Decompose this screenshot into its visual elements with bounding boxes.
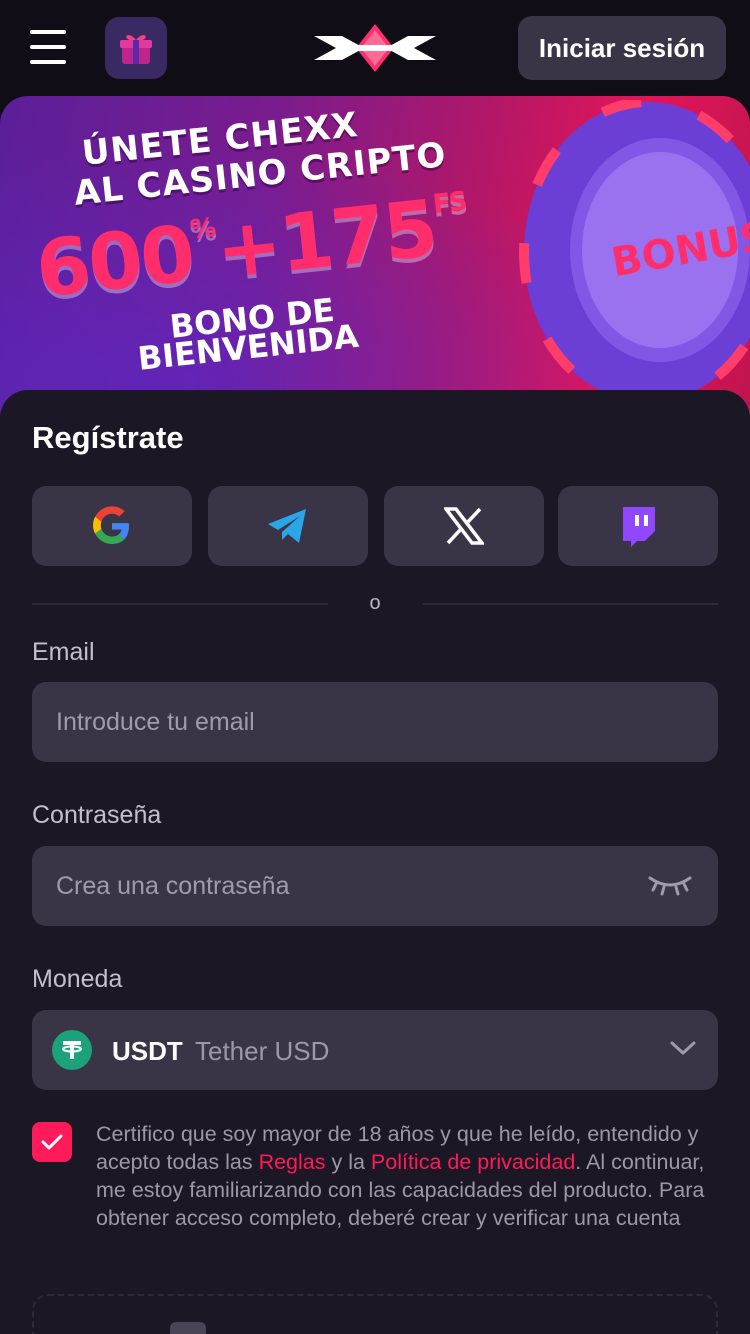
currency-code: USDT (112, 1036, 183, 1066)
x-icon (444, 507, 484, 545)
gift-icon[interactable] (105, 17, 167, 79)
checkmark-icon (41, 1134, 63, 1150)
divider-right (422, 603, 718, 605)
register-card: Regístrate o Email Contraseña (0, 390, 750, 1334)
email-label: Email (32, 638, 95, 666)
or-separator: o (369, 592, 381, 614)
welcome-bonus-banner[interactable]: ÚNETE CHEXX AL CASINO CRIPTO 600%+175FS … (0, 96, 750, 416)
partial-icon (170, 1322, 206, 1334)
currency-select[interactable]: USDT Tether USD (32, 1010, 718, 1090)
twitch-login-button[interactable] (558, 486, 718, 566)
google-login-button[interactable] (32, 486, 192, 566)
bonus-chip-image: BONUS (519, 100, 750, 407)
menu-icon[interactable] (30, 30, 66, 64)
divider-left (32, 603, 328, 605)
banner-text: ÚNETE CHEXX AL CASINO CRIPTO 600%+175FS … (0, 96, 520, 396)
google-icon (93, 506, 129, 544)
password-input[interactable] (32, 846, 718, 926)
terms-checkbox[interactable] (32, 1122, 72, 1162)
eye-closed-icon[interactable] (648, 874, 692, 896)
telegram-login-button[interactable] (208, 486, 368, 566)
register-title: Regístrate (32, 420, 184, 455)
email-input[interactable] (32, 682, 718, 762)
tether-icon (52, 1030, 92, 1070)
password-label: Contraseña (32, 801, 162, 829)
bottom-partial-box[interactable] (32, 1294, 718, 1334)
twitch-icon (623, 507, 655, 547)
chevron-down-icon (670, 1041, 696, 1055)
currency-name: Tether USD (195, 1036, 330, 1066)
top-header: Iniciar sesión (0, 0, 750, 96)
privacy-policy-link[interactable]: Política de privacidad (371, 1150, 575, 1174)
chexx-logo[interactable] (314, 22, 436, 74)
x-login-button[interactable] (384, 486, 544, 566)
telegram-icon (268, 509, 306, 543)
currency-label: Moneda (32, 965, 123, 993)
login-button[interactable]: Iniciar sesión (518, 16, 726, 80)
terms-text: Certifico que soy mayor de 18 años y que… (96, 1122, 705, 1230)
rules-link[interactable]: Reglas (259, 1150, 326, 1174)
